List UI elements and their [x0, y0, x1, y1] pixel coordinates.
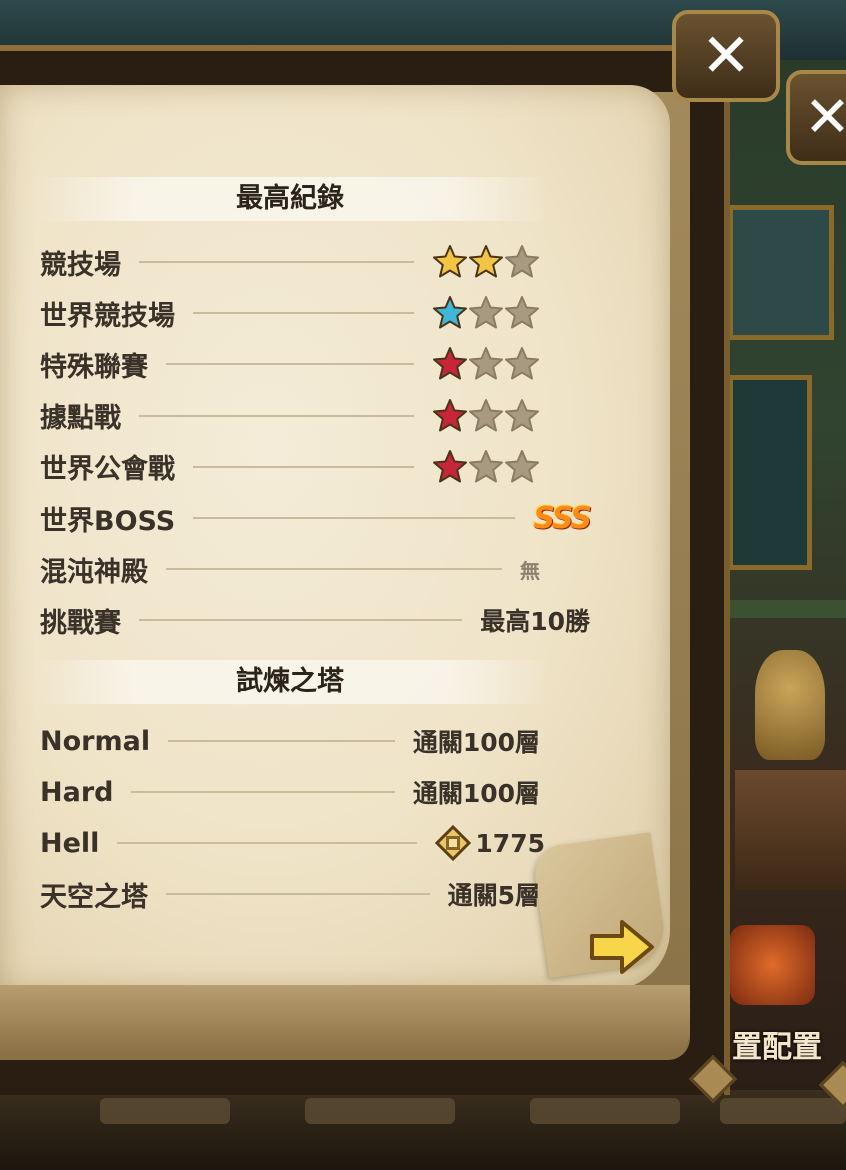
star-gold-icon: [433, 245, 467, 278]
record-label: 世界公會戰: [40, 454, 175, 486]
leader-line: [166, 568, 502, 571]
bottom-tab-2[interactable]: [305, 1098, 455, 1124]
star-empty-icon: [505, 449, 539, 483]
record-row: Hell 1775: [40, 823, 545, 863]
record-row: 混沌神殿 無: [40, 549, 540, 589]
trophy-icon: [755, 650, 825, 760]
trial-tower-title: 試煉之塔: [30, 660, 550, 704]
star-empty-icon: [505, 245, 539, 278]
record-row: 世界競技場: [40, 293, 540, 333]
close-icon[interactable]: ✕: [786, 70, 846, 165]
record-value-text: 最高10勝: [480, 607, 590, 637]
record-label: 世界競技場: [40, 300, 175, 332]
deploy-label[interactable]: 置配置: [732, 1022, 822, 1066]
record-row: 天空之塔 通關5層: [40, 874, 540, 914]
record-label: 世界BOSS: [40, 505, 176, 537]
leader-line: [139, 619, 463, 622]
wall-painting-weapon: [728, 375, 812, 570]
star-gold-icon: [469, 245, 503, 278]
record-row: Normal 通關100層: [40, 721, 540, 761]
record-row: 據點戰: [40, 396, 540, 436]
star-empty-icon: [469, 296, 503, 329]
record-label: 挑戰賽: [40, 607, 121, 639]
star-rating: [432, 346, 540, 382]
record-value: 無: [520, 555, 540, 584]
record-row: 世界BOSS SSS: [40, 498, 592, 538]
record-value: 通關100層: [413, 723, 540, 759]
record-label: 天空之塔: [40, 881, 148, 913]
record-row: 競技場: [40, 242, 540, 282]
book-page-edge: [0, 985, 690, 1055]
record-value: 最高10勝: [480, 602, 590, 638]
deploy-mask-icon[interactable]: [730, 925, 815, 1005]
star-red-icon: [433, 347, 467, 380]
record-value-text: 通關100層: [412, 779, 540, 808]
record-value-text: 1775: [475, 828, 545, 858]
star-empty-icon: [469, 449, 503, 483]
star-blue-icon: [433, 296, 467, 329]
close-icon: ✕: [700, 21, 752, 91]
star-rating: [432, 449, 540, 485]
leader-line: [168, 740, 395, 742]
leader-line: [166, 363, 414, 366]
record-value-text: 通關5層: [447, 881, 540, 910]
bottom-tab-1[interactable]: [100, 1098, 230, 1124]
record-value-text: 通關100層: [412, 728, 540, 757]
star-red-icon: [433, 398, 467, 432]
shelf: [728, 600, 846, 618]
star-empty-icon: [505, 347, 539, 380]
record-row: 特殊聯賽: [40, 344, 540, 384]
leader-line: [166, 893, 430, 895]
best-records-title: 最高紀錄: [30, 177, 550, 221]
record-value: 通關5層: [448, 876, 540, 912]
tower-medal-icon: [435, 825, 472, 861]
star-red-icon: [433, 449, 467, 483]
record-value: 1775: [435, 825, 545, 861]
trophy-pedestal: [735, 770, 846, 890]
record-label: 據點戰: [40, 403, 121, 435]
record-label: 特殊聯賽: [40, 351, 148, 383]
record-value-text: 無: [520, 558, 540, 583]
star-rating: [432, 398, 540, 434]
star-empty-icon: [469, 398, 503, 432]
wall-painting-golem: [728, 205, 834, 340]
star-rating: [432, 244, 540, 280]
record-label: 競技場: [40, 249, 121, 281]
close-button[interactable]: ✕: [672, 10, 780, 102]
record-value: 通關100層: [413, 774, 540, 810]
record-row: 世界公會戰: [40, 447, 540, 487]
record-row: Hard 通關100層: [40, 772, 540, 812]
leader-line: [139, 261, 414, 263]
record-label: Hell: [40, 827, 100, 859]
star-empty-icon: [505, 398, 539, 432]
star-empty-icon: [469, 347, 503, 380]
leader-line: [131, 791, 395, 793]
leader-line: [117, 842, 418, 844]
leader-line: [193, 517, 516, 519]
star-rating: [432, 295, 540, 331]
record-row: 挑戰賽 最高10勝: [40, 600, 590, 640]
star-empty-icon: [505, 296, 539, 329]
leader-line: [139, 414, 414, 417]
bottom-tab-3[interactable]: [530, 1098, 680, 1124]
record-label: Normal: [40, 725, 151, 757]
rank-badge: SSS: [533, 500, 592, 536]
record-label: Hard: [40, 776, 114, 808]
next-page-arrow-icon[interactable]: [588, 918, 656, 976]
record-value: SSS: [533, 500, 592, 536]
record-label: 混沌神殿: [40, 556, 148, 588]
leader-line: [193, 465, 414, 468]
bottom-tab-4[interactable]: [720, 1098, 846, 1124]
leader-line: [193, 312, 414, 315]
